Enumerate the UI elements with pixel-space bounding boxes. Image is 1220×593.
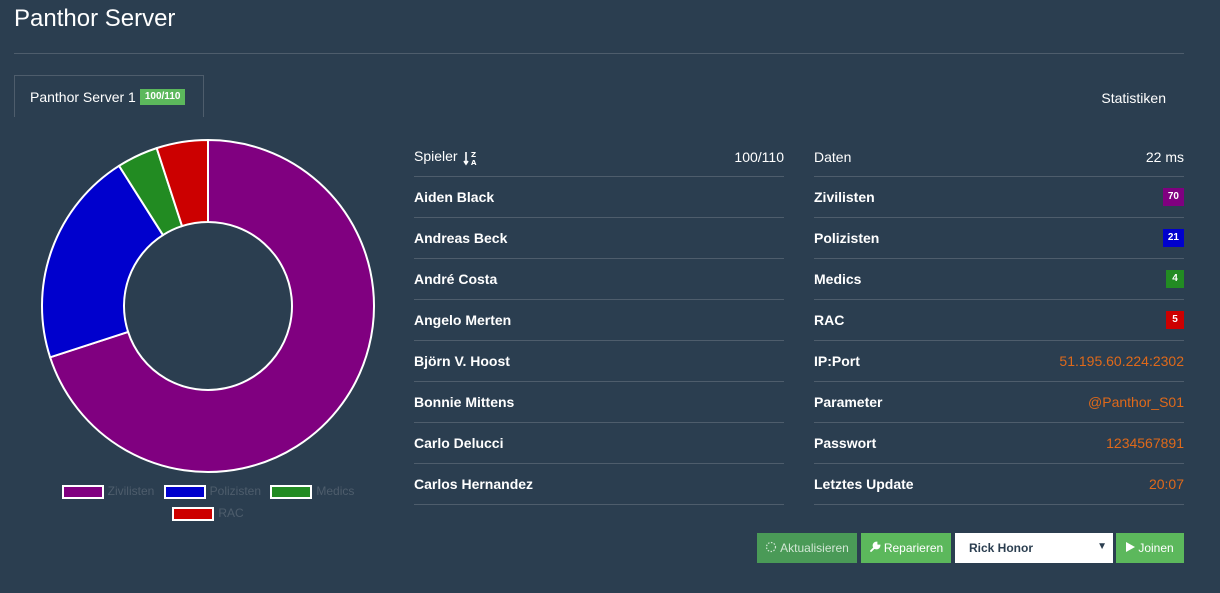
players-table: Spieler Z A 100/110 Aiden Black Andreas … xyxy=(414,138,784,505)
legend-label: Zivilisten xyxy=(107,484,155,498)
profile-select[interactable]: Rick Honor ▼ xyxy=(955,533,1113,563)
tab-server-label: Panthor Server 1 xyxy=(30,88,136,105)
player-row[interactable]: Bonnie Mittens xyxy=(414,382,784,423)
info-label: Polizisten xyxy=(814,230,880,246)
player-row[interactable]: Björn V. Hoost xyxy=(414,341,784,382)
player-name: Carlo Delucci xyxy=(414,435,504,451)
tab-server-1[interactable]: Panthor Server 1 100/110 xyxy=(14,75,204,117)
player-row[interactable]: Angelo Merten xyxy=(414,300,784,341)
info-row-passwort: Passwort 1234567891 xyxy=(814,423,1184,464)
players-count: 100/110 xyxy=(734,149,784,165)
info-row-polizisten: Polizisten 21 xyxy=(814,218,1184,259)
repair-button[interactable]: Reparieren xyxy=(861,533,951,563)
legend-item-rac[interactable]: RAC xyxy=(172,502,244,524)
ping-value: 22 ms xyxy=(1145,149,1184,165)
page-title: Panthor Server xyxy=(14,5,176,32)
polizisten-count-badge: 21 xyxy=(1162,229,1184,247)
sort-alpha-icon[interactable]: Z A xyxy=(463,150,479,166)
info-row-ip-port: IP:Port 51.195.60.224:2302 xyxy=(814,341,1184,382)
spinner-icon xyxy=(765,541,777,556)
players-header-cell[interactable]: Spieler Z A xyxy=(414,148,479,165)
legend-swatch-medics xyxy=(270,484,313,499)
password-value: 1234567891 xyxy=(1106,435,1184,451)
player-name: Andreas Beck xyxy=(414,230,508,246)
parameter-value: @Panthor_S01 xyxy=(1088,394,1184,410)
info-row-rac: RAC 5 xyxy=(814,300,1184,341)
join-button[interactable]: Joinen xyxy=(1116,533,1184,563)
player-row[interactable]: Aiden Black xyxy=(414,177,784,218)
players-header: Spieler Z A 100/110 xyxy=(414,138,784,177)
svg-text:A: A xyxy=(471,159,477,166)
info-header: Daten 22 ms xyxy=(814,138,1184,177)
donut-svg xyxy=(41,138,375,473)
play-icon xyxy=(1126,541,1136,555)
wrench-icon xyxy=(869,541,881,556)
players-header-label: Spieler xyxy=(414,148,458,165)
legend-label: Polizisten xyxy=(209,484,262,498)
zivilisten-count-badge: 70 xyxy=(1162,188,1184,206)
info-row-letztes-update: Letztes Update 20:07 xyxy=(814,464,1184,505)
refresh-button[interactable]: Aktualisieren xyxy=(757,533,857,563)
player-row[interactable]: Carlos Hernandez xyxy=(414,464,784,505)
legend-item-zivilisten[interactable]: Zivilisten xyxy=(61,480,155,502)
legend-swatch-rac xyxy=(172,506,215,521)
profile-selected-value: Rick Honor xyxy=(969,541,1034,555)
player-row[interactable]: André Costa xyxy=(414,259,784,300)
info-label: Parameter xyxy=(814,394,883,410)
repair-label: Reparieren xyxy=(883,541,944,555)
info-header-label: Daten xyxy=(814,149,852,165)
rac-count-badge: 5 xyxy=(1166,311,1184,329)
info-label: Letztes Update xyxy=(814,476,914,492)
player-name: Carlos Hernandez xyxy=(414,476,534,492)
medics-count-badge: 4 xyxy=(1166,270,1184,288)
player-name: Angelo Merten xyxy=(414,312,512,328)
info-row-medics: Medics 4 xyxy=(814,259,1184,300)
info-label: Passwort xyxy=(814,435,877,451)
svg-text:Z: Z xyxy=(471,151,476,159)
title-divider xyxy=(14,53,1184,54)
legend-label: RAC xyxy=(218,506,244,520)
info-label: Zivilisten xyxy=(814,189,875,205)
player-name: André Costa xyxy=(414,271,498,287)
player-name: Björn V. Hoost xyxy=(414,353,510,369)
player-name: Bonnie Mittens xyxy=(414,394,515,410)
info-row-zivilisten: Zivilisten 70 xyxy=(814,177,1184,218)
info-label: RAC xyxy=(814,312,845,328)
server-info-table: Daten 22 ms Zivilisten 70 Polizisten 21 … xyxy=(814,138,1184,505)
legend-item-medics[interactable]: Medics xyxy=(270,480,354,502)
tab-statistics[interactable]: Statistiken xyxy=(1101,90,1166,106)
info-row-parameter: Parameter @Panthor_S01 xyxy=(814,382,1184,423)
join-label: Joinen xyxy=(1138,541,1174,555)
legend-label: Medics xyxy=(316,484,355,498)
ip-port-value: 51.195.60.224:2302 xyxy=(1059,353,1184,369)
legend-item-polizisten[interactable]: Polizisten xyxy=(163,480,262,502)
player-row[interactable]: Carlo Delucci xyxy=(414,423,784,464)
legend-swatch-polizisten xyxy=(163,484,206,499)
player-distribution-chart xyxy=(40,138,376,474)
chevron-down-icon: ▼ xyxy=(1097,541,1107,552)
refresh-label: Aktualisieren xyxy=(780,541,849,555)
player-count-badge: 100/110 xyxy=(139,88,186,105)
player-name: Aiden Black xyxy=(414,189,495,205)
last-update-value: 20:07 xyxy=(1148,476,1184,492)
info-label: IP:Port xyxy=(814,353,860,369)
legend-swatch-zivilisten xyxy=(61,484,104,499)
info-label: Medics xyxy=(814,271,862,287)
player-row[interactable]: Andreas Beck xyxy=(414,218,784,259)
chart-legend: Zivilisten Polizisten Medics RAC xyxy=(40,480,376,524)
